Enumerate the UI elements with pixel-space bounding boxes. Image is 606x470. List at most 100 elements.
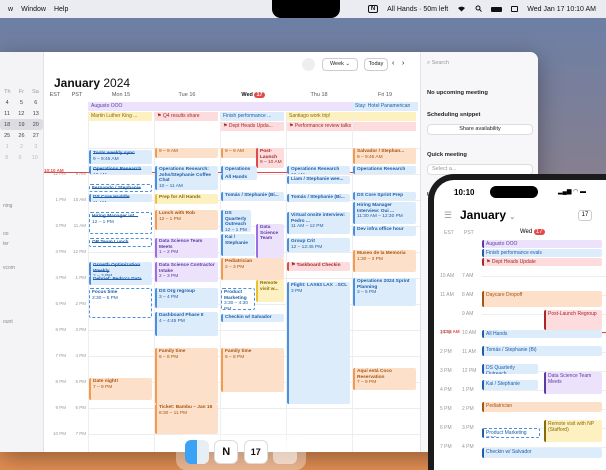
mini-date[interactable]: 20: [33, 122, 39, 128]
event-block[interactable]: Kai / Stephanie: [221, 234, 255, 256]
event-block[interactable]: All Hands: [221, 174, 257, 180]
mini-date[interactable]: 5: [20, 100, 23, 106]
event-block[interactable]: Aquí está Coco Reservation 7 – 9 PM: [353, 368, 416, 390]
mini-date[interactable]: 12: [18, 111, 24, 117]
sidebar-label[interactable]: ter: [3, 241, 43, 247]
phone-allday-event[interactable]: Augusto OOO: [482, 240, 602, 248]
event-block[interactable]: Tomás / Stephanie (Bi...: [221, 192, 284, 201]
notion-calendar-menubar-icon[interactable]: N: [367, 5, 379, 13]
mini-date[interactable]: 26: [18, 133, 24, 139]
event-block[interactable]: 9 – 9 AM: [155, 148, 218, 158]
notion-calendar-icon[interactable]: 17: [243, 440, 268, 464]
event-block[interactable]: OR Team Lunch1 PM: [89, 238, 152, 247]
phone-event-block[interactable]: Daycare Dropoff: [482, 291, 602, 307]
mini-date[interactable]: 18: [4, 122, 10, 128]
event-block[interactable]: Product Marketing 3:30 – 4:30 PM: [221, 288, 255, 310]
sidebar-label[interactable]: vcom: [3, 265, 43, 271]
event-block[interactable]: Pediatrician 2 – 3 PM: [221, 258, 284, 280]
sidebar-label[interactable]: oo: [3, 231, 43, 237]
mini-date[interactable]: 6: [34, 100, 37, 106]
event-block[interactable]: Tomás / Stephanie (Bi...: [287, 194, 350, 202]
trash-icon[interactable]: [273, 440, 298, 464]
wifi-icon[interactable]: [457, 5, 466, 14]
day-header-thu[interactable]: Thu 18: [286, 88, 352, 102]
phone-event-block[interactable]: All Hands: [482, 330, 602, 338]
event-block[interactable]: Museo de la Memoria 1:30 – 3 PM: [353, 250, 416, 272]
event-block[interactable]: Date night! 7 – 9 PM: [89, 378, 152, 400]
event-block[interactable]: Ticket: Bambu – Jan 16 8:30 – 11 PM: [155, 404, 218, 434]
mini-date[interactable]: 9: [18, 155, 21, 161]
event-block[interactable]: Debrief: Pedro's Data: [89, 276, 152, 285]
menubar-clock[interactable]: Wed Jan 17 10:10 AM: [527, 6, 596, 13]
event-block[interactable]: Salvador / Stephan... 9 – 9:45 AM: [353, 148, 416, 164]
mini-date[interactable]: 8: [5, 155, 8, 161]
phone-today-button[interactable]: 17: [578, 210, 592, 221]
mini-date[interactable]: 4: [6, 100, 9, 106]
phone-event-block[interactable]: Remote visit with NP (Stafford): [544, 420, 602, 442]
panel-search[interactable]: ⌕ Search: [427, 60, 449, 67]
phone-event-block[interactable]: Checkin w/ Salvador: [482, 448, 602, 458]
menu-item-help[interactable]: Help: [54, 6, 68, 13]
next-week-icon[interactable]: ›: [402, 60, 404, 67]
event-block[interactable]: Family time 6 – 8 PM: [221, 348, 284, 392]
allday-event[interactable]: Stay: Hotel Panamerican: [352, 102, 418, 111]
menu-item-window[interactable]: Window: [21, 6, 46, 13]
allday-event[interactable]: ⚑ Performance review talks: [286, 122, 416, 131]
phone-event-block[interactable]: Post-Launch Regroup: [544, 310, 602, 330]
share-availability-button[interactable]: Share availability: [427, 124, 533, 135]
mini-date[interactable]: 13: [33, 111, 39, 117]
event-block[interactable]: DS Org regroup 3 – 4 PM: [155, 288, 218, 308]
mini-date[interactable]: 19: [18, 122, 24, 128]
view-selector[interactable]: Week ⌄: [322, 58, 358, 71]
event-block[interactable]: Lunch with Rob 12 – 1 PM: [155, 210, 218, 230]
finder-icon[interactable]: [184, 440, 209, 464]
phone-event-block[interactable]: Product Marketing Q&A: [482, 428, 540, 438]
event-block[interactable]: DS Core Huddle11 AM: [89, 194, 152, 202]
phone-event-block[interactable]: Kai / Stephanie: [482, 380, 538, 390]
event-block[interactable]: Virtual onsite interview: Pedro ... 11 AM…: [287, 212, 350, 234]
event-block[interactable]: Remote visit w...: [256, 280, 284, 302]
phone-event-block[interactable]: Data Science Team Meets: [544, 372, 602, 394]
phone-allday-event[interactable]: ⚑ Dept Heads Update: [482, 258, 602, 266]
event-block[interactable]: DS Quarterly Outreach 12 – 1 PM: [221, 210, 251, 232]
allday-event[interactable]: ⚑ Dept Heads Upda...: [220, 122, 284, 131]
mini-date[interactable]: 27: [33, 133, 39, 139]
day-header-tue[interactable]: Tue 16: [154, 88, 220, 102]
event-block[interactable]: Flight: LAX63 LAX→SCL 3 PM: [287, 282, 350, 404]
event-block[interactable]: Dashboard Phase II 4 – 4:45 PM: [155, 312, 218, 336]
event-block[interactable]: Data Science Team Meets 1 – 2 PM: [155, 238, 218, 258]
day-header-mon[interactable]: Mon 15: [88, 88, 154, 102]
event-block[interactable]: Hiring Manager int... 12 – 1 PM: [89, 212, 152, 234]
event-block[interactable]: Data Science Team: [256, 224, 284, 258]
meeting-status[interactable]: All Hands · 50m left: [387, 6, 448, 13]
phone-event-block[interactable]: Tomás / Stephanie (Bi): [482, 346, 602, 356]
day-header-wed[interactable]: Wed 17: [220, 88, 286, 102]
event-block[interactable]: Dev infra office hour: [353, 226, 416, 236]
allday-event[interactable]: Finish performance ...: [220, 112, 284, 121]
event-block[interactable]: Tools weekly sync 9 – 9:45 AM: [89, 150, 152, 164]
prev-week-icon[interactable]: ‹: [392, 60, 394, 67]
phone-month-title[interactable]: January ⌄: [460, 208, 515, 222]
phone-allday-event[interactable]: Finish performance evals: [482, 249, 602, 257]
phone-event-block[interactable]: DS Quarterly Outreach: [482, 364, 538, 374]
event-block[interactable]: Liam / Stephanie wee...: [287, 176, 350, 184]
allday-event[interactable]: ⚑ Q4 results share: [154, 112, 218, 121]
event-block[interactable]: Growth Optimization Weekly2 – 3 PM: [89, 262, 152, 276]
avatar[interactable]: [302, 58, 315, 71]
event-block[interactable]: Operations Research: John/Stephanie Coff…: [155, 166, 218, 190]
event-block[interactable]: Data Science Contractor Intake 2 – 3 PM: [155, 262, 218, 282]
sidebar-label[interactable]: ount: [3, 319, 43, 325]
event-block[interactable]: Prep for All Hands: [155, 194, 218, 204]
event-block[interactable]: Post-Launch 9 – 10 AM: [256, 148, 284, 168]
event-block[interactable]: Focus time 3:30 – 5 PM: [89, 288, 152, 318]
battery-icon[interactable]: [491, 6, 503, 12]
mini-date[interactable]: 10: [32, 155, 38, 161]
search-icon[interactable]: [475, 5, 483, 14]
day-header-fri[interactable]: Fri 19: [352, 88, 418, 102]
event-block[interactable]: Operations 2024 Sprint Planning 3 – 5 PM: [353, 278, 416, 306]
event-block[interactable]: Fernando / Stephanie: [89, 184, 152, 192]
allday-event[interactable]: Santiago work trip!: [286, 112, 416, 121]
mini-date[interactable]: 11: [4, 111, 10, 117]
mini-date[interactable]: 2: [20, 144, 23, 150]
event-block[interactable]: Operations: [221, 166, 257, 174]
